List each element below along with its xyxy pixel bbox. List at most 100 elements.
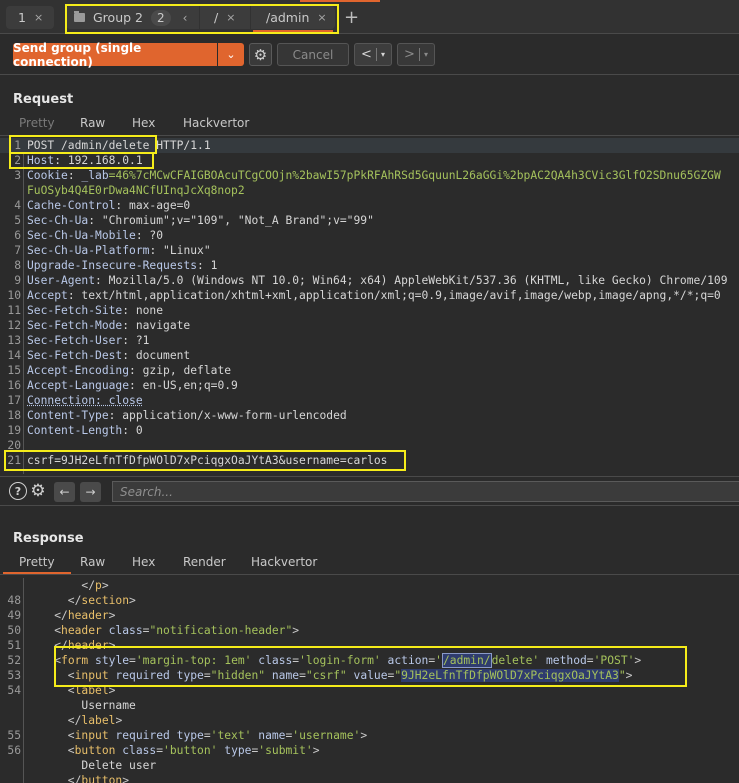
code-line[interactable]: 2 Host: 192.168.0.1 (0, 153, 739, 168)
code-line[interactable]: 10 Accept: text/html,application/xhtml+xm… (0, 288, 739, 303)
tab-admin[interactable]: /admin × (251, 6, 335, 32)
token: Content-Type (27, 409, 109, 422)
dropdown-icon[interactable]: ▾ (381, 50, 385, 59)
add-tab-icon[interactable]: + (344, 7, 359, 28)
settings-button[interactable]: ⚙ (249, 43, 272, 66)
line-number: 3 (14, 169, 21, 182)
token: Sec-Fetch-Mode (27, 319, 123, 332)
tab-hex[interactable]: Hex (132, 116, 155, 130)
code-line[interactable]: 17 Connection: close (0, 393, 739, 408)
active-indicator (300, 0, 380, 2)
code-line[interactable]: 3 Cookie: _lab=46%7cMCwCFAIGBOAcuTCgCOOjn… (0, 168, 739, 183)
token: = (586, 654, 594, 667)
line-content: Sec-Fetch-Dest: document (27, 348, 190, 363)
code-line[interactable]: 6 Sec-Ch-Ua-Mobile: ?0 (0, 228, 739, 243)
code-line[interactable]: 15 Accept-Encoding: gzip, deflate (0, 363, 739, 378)
token: /admin/ (441, 653, 492, 668)
close-icon[interactable]: × (226, 11, 235, 24)
forward-button[interactable]: > ▾ (397, 43, 435, 66)
cancel-button[interactable]: Cancel (277, 43, 349, 66)
code-line[interactable]: 50 <header class="notification-header"> (0, 623, 739, 638)
line-number: 19 (7, 424, 21, 437)
line-content: Content-Type: application/x-www-form-url… (27, 408, 347, 423)
code-line[interactable]: 21 csrf=9JH2eLfnTfDfpWOlD7xPciqgxOaJYtA3&… (0, 453, 739, 468)
code-line[interactable]: 55 <input required type='text' name='use… (0, 728, 739, 743)
line-content: <button class='button' type='submit'> (27, 743, 320, 758)
search-input[interactable] (112, 481, 739, 502)
token: > (634, 654, 642, 667)
tab-render[interactable]: Render (183, 555, 226, 569)
code-line[interactable]: 49 </header> (0, 608, 739, 623)
line-content: Sec-Fetch-Site: none (27, 303, 163, 318)
back-button[interactable]: < ▾ (354, 43, 392, 66)
token: Connection: close (27, 394, 143, 407)
token: 'username' (292, 729, 361, 742)
code-line[interactable]: 12 Sec-Fetch-Mode: navigate (0, 318, 739, 333)
line-content: </section> (27, 593, 136, 608)
code-line[interactable]: 52 <form style='margin-top: 1em' class='… (0, 653, 739, 668)
token: action (380, 654, 429, 667)
code-line[interactable]: 53 <input required type="hidden" name="c… (0, 668, 739, 683)
code-line[interactable]: 20 (0, 438, 739, 453)
token: "csrf" (305, 669, 347, 682)
chevron-down-icon: ⌄ (226, 48, 236, 61)
tab-1[interactable]: 1 × (6, 6, 54, 29)
token: 'login-form' (299, 654, 381, 667)
line-number: 17 (7, 394, 21, 407)
code-line[interactable]: 5 Sec-Ch-Ua: "Chromium";v="109", "Not_A B… (0, 213, 739, 228)
code-line[interactable]: 8 Upgrade-Insecure-Requests: 1 (0, 258, 739, 273)
send-group-button[interactable]: Send group (single connection) (13, 41, 217, 69)
code-line[interactable]: 13 Sec-Fetch-User: ?1 (0, 333, 739, 348)
close-icon[interactable]: × (34, 11, 43, 24)
token: Sec-Fetch-Dest (27, 349, 123, 362)
token: : max-age=0 (115, 199, 191, 212)
code-line[interactable]: 16 Accept-Language: en-US,en;q=0.9 (0, 378, 739, 393)
code-line[interactable]: 11 Sec-Fetch-Site: none (0, 303, 739, 318)
next-match-button[interactable]: → (80, 482, 101, 502)
code-line[interactable]: 14 Sec-Fetch-Dest: document (0, 348, 739, 363)
code-line[interactable]: 51 </header> (0, 638, 739, 653)
previous-match-button[interactable]: ← (54, 482, 75, 502)
tab-pretty[interactable]: Pretty (19, 116, 55, 130)
code-line[interactable]: 56 <button class='button' type='submit'> (0, 743, 739, 758)
close-icon[interactable]: × (317, 11, 326, 24)
code-line[interactable]: 48 </section> (0, 593, 739, 608)
gear-icon[interactable]: ⚙ (29, 481, 47, 501)
code-line[interactable]: 9 User-Agent: Mozilla/5.0 (Windows NT 10.… (0, 273, 739, 288)
tab-hackvertor[interactable]: Hackvertor (251, 555, 317, 569)
code-line[interactable]: Username (0, 698, 739, 713)
code-line[interactable]: </p> (0, 578, 739, 593)
request-editor[interactable]: 1 POST /admin/delete HTTP/1.1 2 Host: 192.1… (0, 138, 739, 474)
code-line[interactable]: </label> (0, 713, 739, 728)
code-line[interactable]: 18 Content-Type: application/x-www-form-u… (0, 408, 739, 423)
dropdown-icon[interactable]: ▾ (424, 50, 428, 59)
tab-root[interactable]: / × (200, 6, 250, 29)
search-bar: ? ⚙ ← → (0, 476, 739, 506)
tab-hackvertor[interactable]: Hackvertor (183, 116, 249, 130)
send-dropdown-button[interactable]: ⌄ (218, 43, 244, 66)
tab-label: / (214, 10, 219, 25)
code-line[interactable]: </button> (0, 773, 739, 783)
tab-group-2[interactable]: Group 2 2 ‹ (66, 6, 199, 29)
code-line[interactable]: 7 Sec-Ch-Ua-Platform: "Linux" (0, 243, 739, 258)
line-number: 1 (14, 139, 21, 152)
tab-hex[interactable]: Hex (132, 555, 155, 569)
code-line[interactable]: 19 Content-Length: 0 (0, 423, 739, 438)
response-editor[interactable]: </p> 48 </section> 49 </header> 50 <header … (0, 578, 739, 783)
tab-raw[interactable]: Raw (80, 555, 105, 569)
collapse-chevron-icon[interactable]: ‹ (183, 11, 188, 25)
code-line[interactable]: 4 Cache-Control: max-age=0 (0, 198, 739, 213)
code-line[interactable]: 1 POST /admin/delete HTTP/1.1 (0, 138, 739, 153)
code-line[interactable]: Delete user (0, 758, 739, 773)
token: </ (27, 639, 68, 652)
line-content: Content-Length: 0 (27, 423, 143, 438)
help-icon[interactable]: ? (9, 482, 27, 500)
tab-pretty[interactable]: Pretty (3, 555, 71, 574)
token: Content-Length (27, 424, 123, 437)
code-line[interactable]: FuOSyb4Q4E0rDwa4NCfUInqJcXq8nop2 (0, 183, 739, 198)
token: 'margin-top: 1em' (135, 654, 252, 667)
tab-raw[interactable]: Raw (80, 116, 105, 130)
folder-icon (74, 11, 85, 22)
code-line[interactable]: 54 <label> (0, 683, 739, 698)
token: 9JH2eLfnTfDfpWOlD7xPciqgxOaJYtA3 (401, 669, 619, 682)
